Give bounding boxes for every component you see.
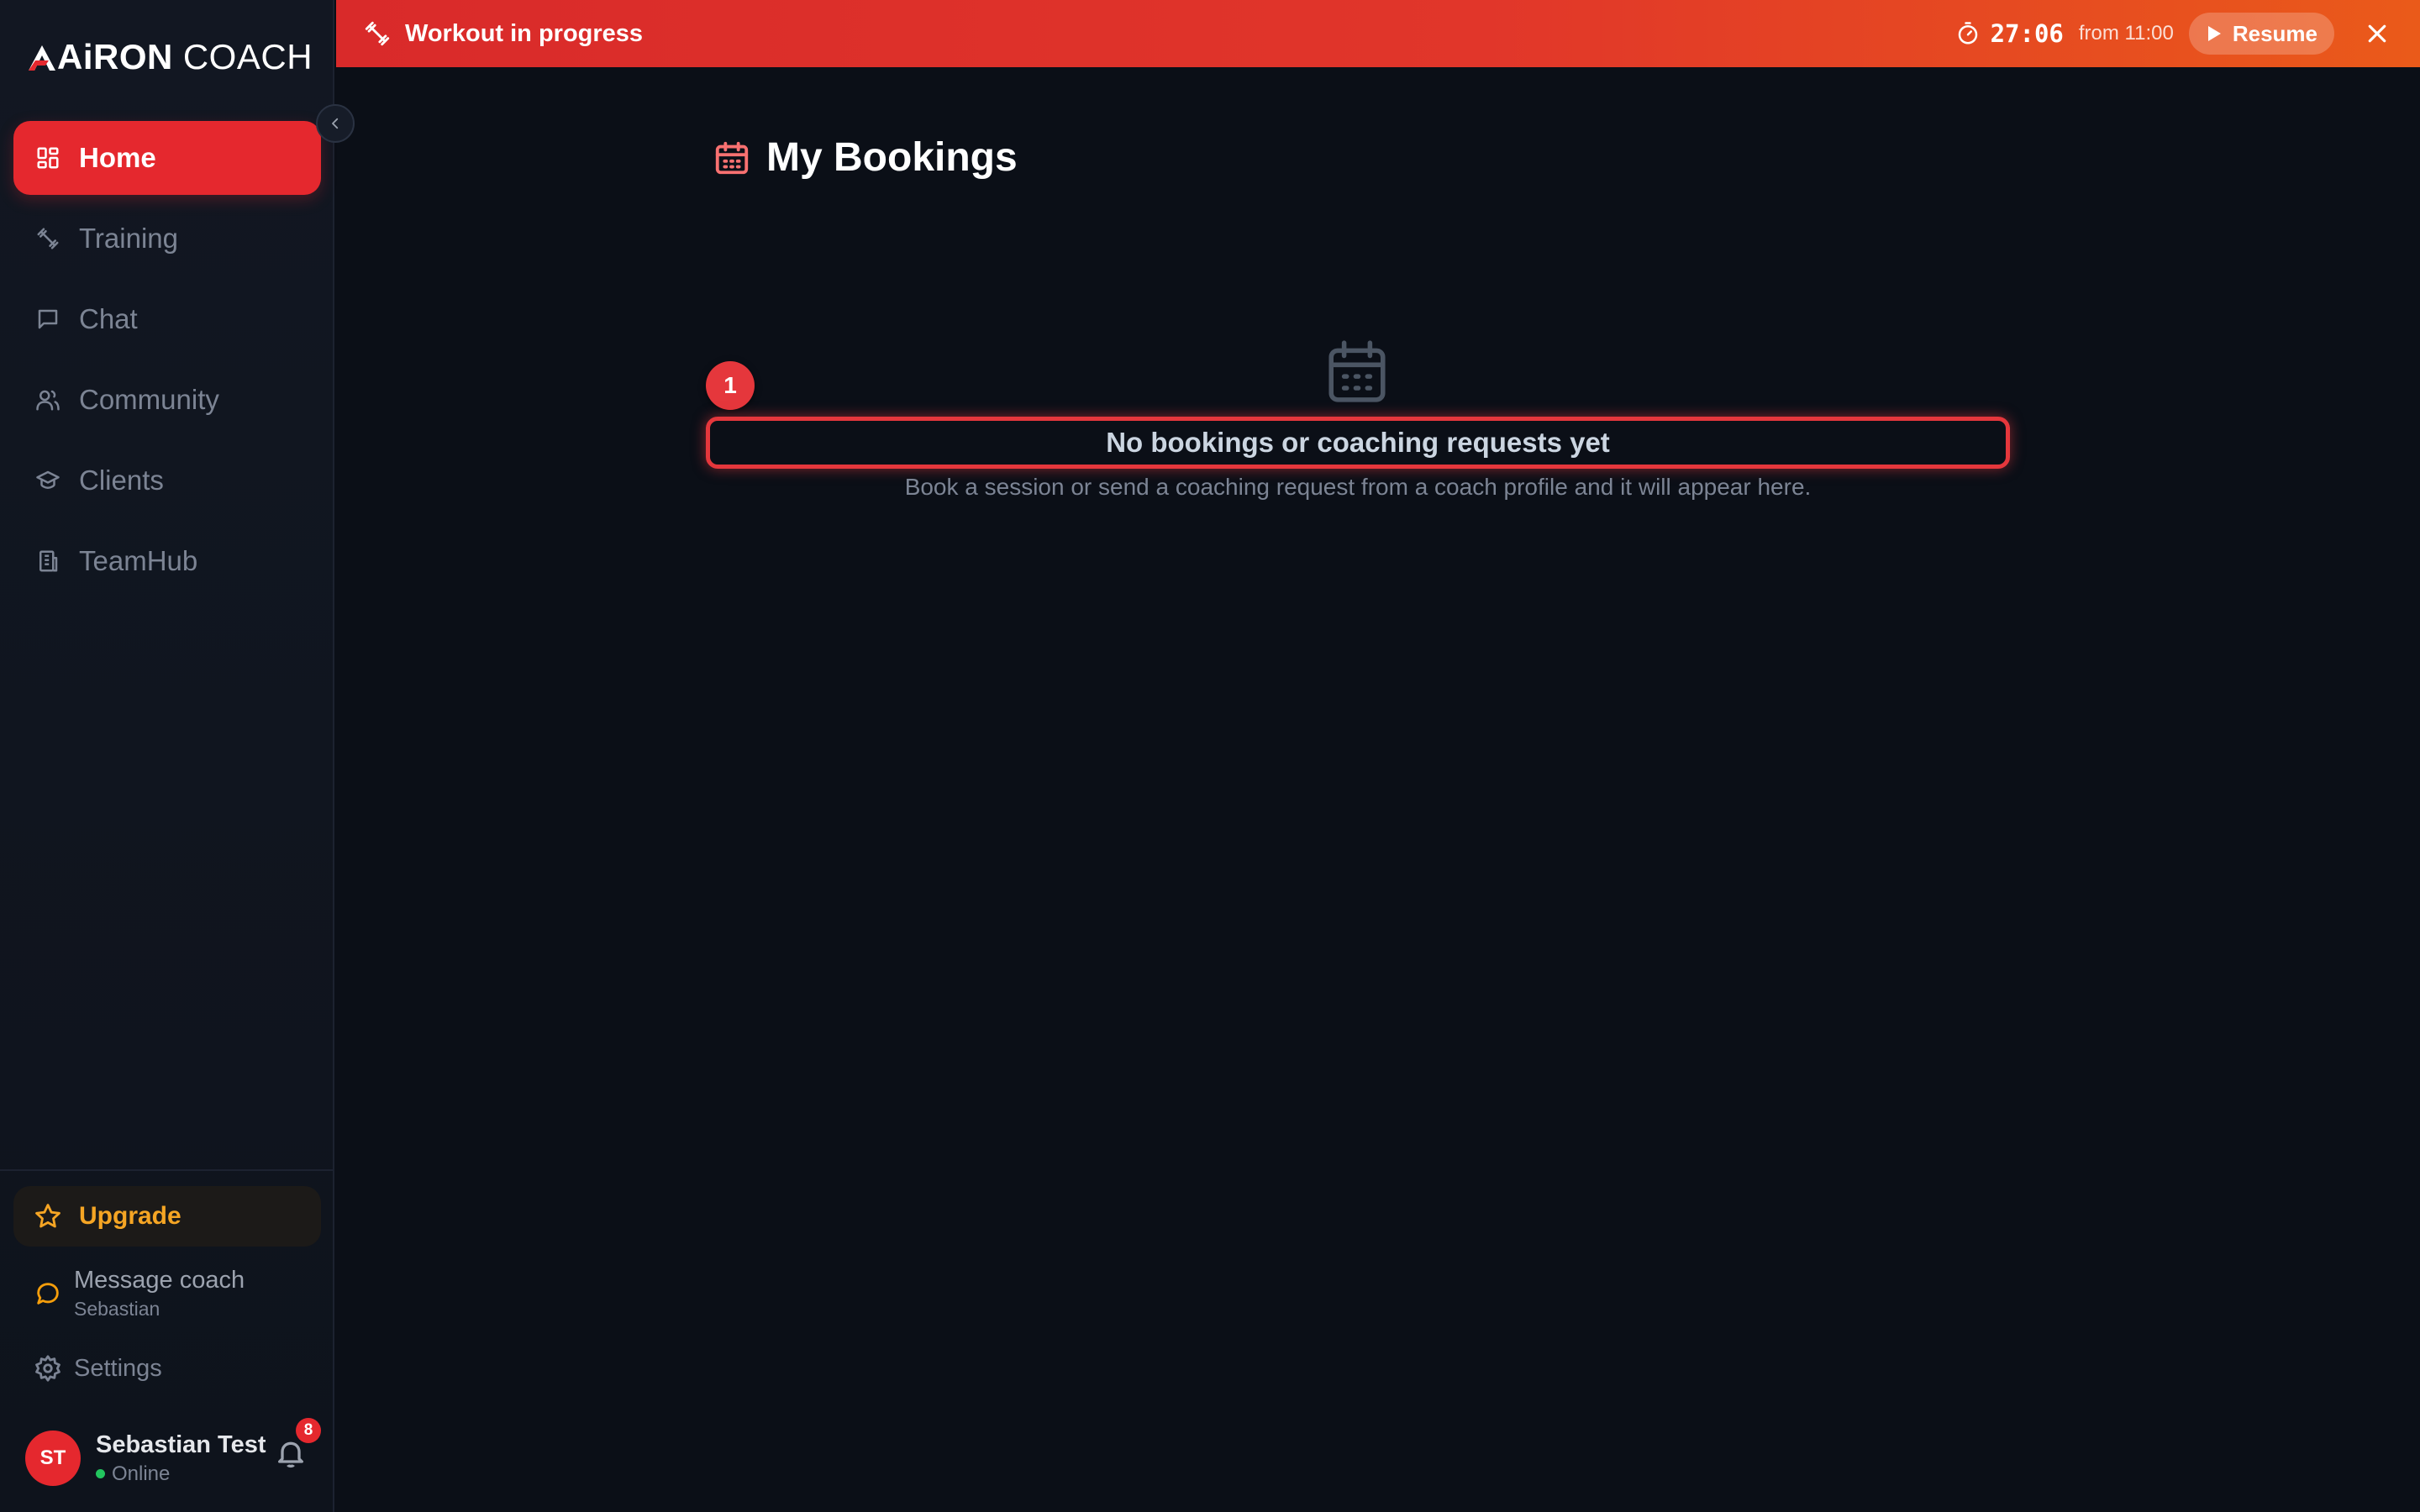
users-icon <box>34 386 62 414</box>
user-profile[interactable]: ST Sebastian Test Online 8 <box>25 1418 321 1492</box>
settings-label: Settings <box>74 1354 162 1382</box>
dumbbell-icon <box>34 224 62 253</box>
message-coach-button[interactable]: Message coach Sebastian <box>34 1267 245 1320</box>
star-icon <box>35 1204 60 1228</box>
online-dot-icon <box>96 1469 105 1478</box>
sidebar-item-label: TeamHub <box>79 545 198 576</box>
calendar-empty-icon <box>1328 340 1386 402</box>
coach-name: Sebastian <box>74 1298 160 1320</box>
workout-timer: 27:06 <box>1990 19 2064 48</box>
page-title: My Bookings <box>766 135 1018 180</box>
app-logo[interactable]: AiRON COACH <box>27 37 313 77</box>
message-coach-label: Message coach <box>74 1267 245 1294</box>
dashboard-icon <box>34 144 62 172</box>
settings-button[interactable]: Settings <box>34 1354 162 1383</box>
user-status: Online <box>96 1462 266 1486</box>
sidebar-item-clients[interactable]: Clients <box>13 444 321 517</box>
logo-primary: AiRON <box>57 37 173 76</box>
sidebar-item-label: Clients <box>79 465 164 496</box>
workout-start-time: from 11:00 <box>2078 22 2174 45</box>
step-badge: 1 <box>706 361 755 410</box>
chat-icon <box>34 305 62 333</box>
building-icon <box>34 547 62 575</box>
empty-state-subtitle: Book a session or send a coaching reques… <box>904 474 1812 500</box>
upgrade-button[interactable]: Upgrade <box>13 1186 321 1247</box>
message-circle-icon <box>37 1283 59 1305</box>
close-icon[interactable] <box>2365 21 2390 46</box>
sidebar-item-training[interactable]: Training <box>13 202 321 276</box>
resume-label: Resume <box>2232 20 2317 46</box>
sidebar-item-label: Community <box>79 384 219 415</box>
sidebar-item-teamhub[interactable]: TeamHub <box>13 524 321 598</box>
sidebar-footer: Upgrade Message coach Sebastian Settings… <box>0 1169 334 1512</box>
user-status-label: Online <box>112 1462 171 1485</box>
app-root: AiRON COACH Home Training Chat Community… <box>0 0 2420 1512</box>
banner-title: Workout in progress <box>405 19 644 47</box>
logo-mark-icon <box>29 45 55 71</box>
workout-banner[interactable]: Workout in progress 27:06 from 11:00 Res… <box>336 0 2420 67</box>
sidebar-nav: Home Training Chat Community Clients Tea… <box>13 121 321 605</box>
sidebar-item-home[interactable]: Home <box>13 121 321 195</box>
sidebar-item-chat[interactable]: Chat <box>13 282 321 356</box>
sidebar-item-label: Training <box>79 223 178 254</box>
sidebar-item-community[interactable]: Community <box>13 363 321 437</box>
upgrade-label: Upgrade <box>79 1202 182 1230</box>
notification-badge: 8 <box>296 1418 321 1443</box>
page-header: My Bookings <box>713 134 1018 181</box>
empty-state-title: No bookings or coaching requests yet <box>706 417 2010 469</box>
resume-button[interactable]: Resume <box>2188 13 2334 55</box>
chevron-left-icon <box>332 118 339 129</box>
logo-secondary: COACH <box>182 37 313 76</box>
dumbbell-icon <box>365 21 390 46</box>
sidebar-item-label: Chat <box>79 303 138 334</box>
collapse-sidebar-button[interactable] <box>316 104 355 143</box>
play-icon <box>2207 26 2221 41</box>
user-name: Sebastian Test <box>96 1431 266 1458</box>
graduation-cap-icon <box>34 466 62 495</box>
sidebar: AiRON COACH Home Training Chat Community… <box>0 0 355 1512</box>
stopwatch-icon <box>1958 22 1977 45</box>
gear-icon <box>35 1355 60 1382</box>
sidebar-item-label: Home <box>79 142 156 173</box>
calendar-icon <box>715 141 749 174</box>
avatar[interactable]: ST <box>25 1431 81 1486</box>
